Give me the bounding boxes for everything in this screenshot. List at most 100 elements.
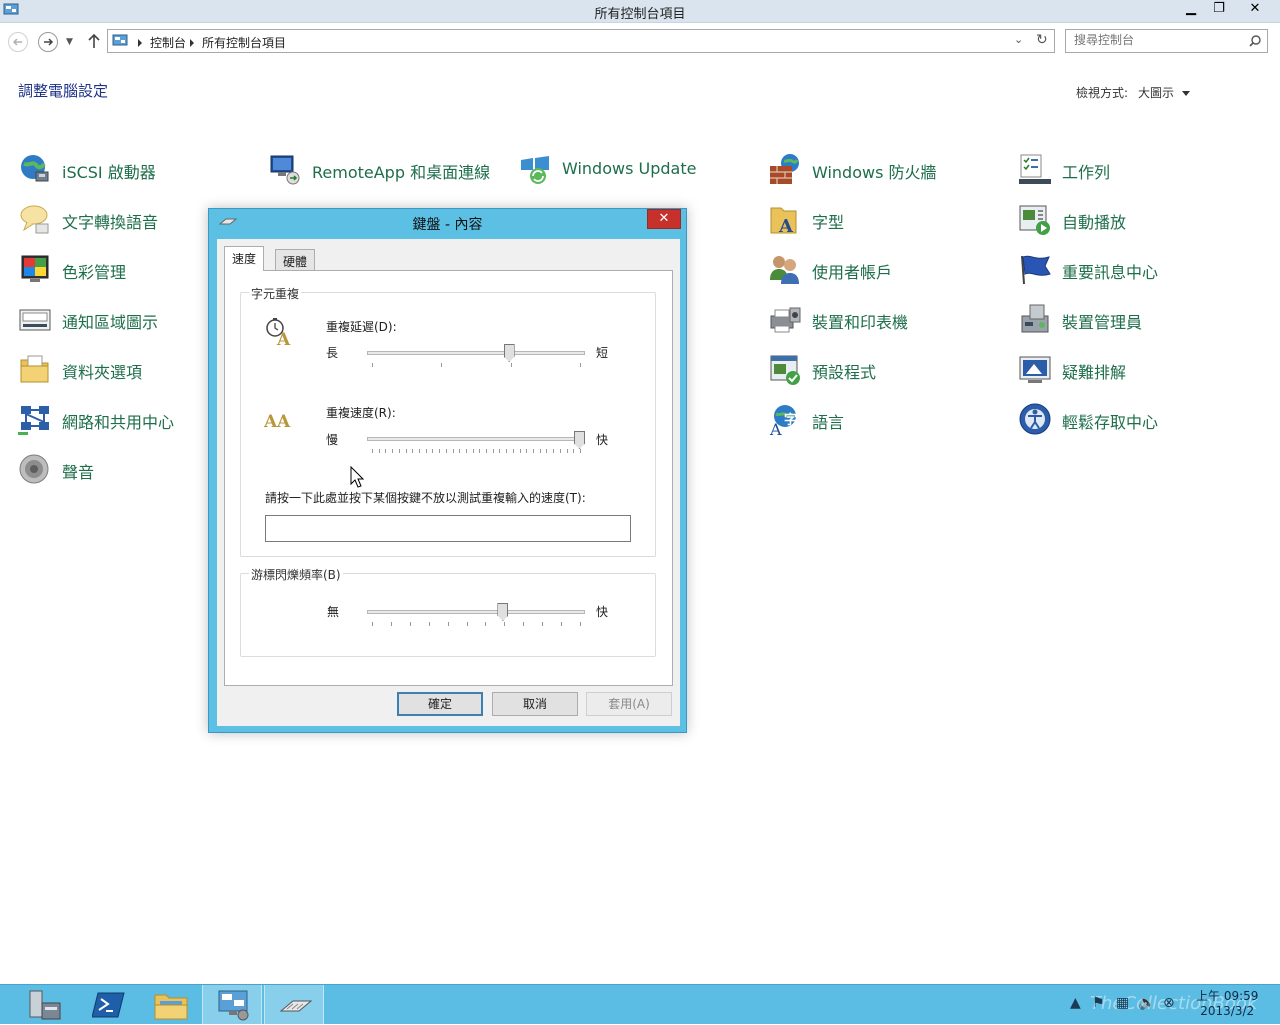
- mouse-cursor-icon: [350, 466, 364, 488]
- cp-item-label: 疑難排解: [1062, 363, 1127, 382]
- cp-item-label: 預設程式: [812, 363, 877, 382]
- slider-tick: [447, 622, 449, 626]
- slider-tick: [580, 622, 581, 626]
- cursor-blink-min-label: 無: [327, 605, 340, 619]
- tab-speed[interactable]: 速度: [224, 246, 265, 271]
- apply-button[interactable]: 套用(A): [586, 692, 672, 716]
- input-method-icon[interactable]: ⊗: [1163, 995, 1175, 1011]
- server-manager-icon: [29, 990, 61, 1020]
- powershell-icon: [92, 992, 125, 1018]
- speed-tab-panel: 字元重複 A 重複延遲(D): 長 短 A A 重複速度(R): 慢 快 請按一…: [224, 270, 673, 686]
- search-icon[interactable]: [1248, 34, 1262, 48]
- minimize-button[interactable]: ▁: [1177, 0, 1205, 20]
- taskbar-file-explorer[interactable]: [140, 985, 200, 1025]
- slider-tick: [573, 449, 575, 453]
- slider-tick: [418, 449, 420, 453]
- slider-tick: [519, 449, 521, 453]
- address-bar[interactable]: 控制台 所有控制台項目 ⌄ ↻: [107, 29, 1055, 53]
- slider-tick: [372, 622, 373, 626]
- taskbar-keyboard-properties[interactable]: [264, 985, 324, 1025]
- refresh-icon[interactable]: ↻: [1036, 32, 1048, 48]
- action-center-flag-icon: [1021, 255, 1051, 285]
- slider-tick: [512, 449, 514, 453]
- svg-text:A: A: [276, 330, 291, 347]
- slider-tick: [504, 622, 506, 626]
- cp-item-label: 通知區域圖示: [62, 313, 159, 332]
- network-tray-icon[interactable]: ▦: [1116, 995, 1129, 1011]
- language-icon: A字: [769, 405, 797, 436]
- breadcrumb-separator[interactable]: [190, 39, 195, 47]
- breadcrumb-all-items[interactable]: 所有控制台項目: [202, 36, 286, 50]
- autoplay-icon: [1019, 205, 1050, 235]
- repeat-delay-slider-track[interactable]: [367, 351, 585, 355]
- cursor-blink-ticks: [372, 622, 581, 627]
- tab-hardware[interactable]: 硬體: [275, 249, 316, 271]
- close-button[interactable]: ✕: [1233, 0, 1277, 20]
- firewall-icon: [770, 154, 799, 184]
- speech-bubble-icon: [20, 205, 49, 234]
- repeat-delay-ticks: [372, 363, 581, 368]
- breadcrumb-separator[interactable]: [138, 39, 142, 47]
- cp-item-label: 重要訊息中心: [1062, 263, 1159, 282]
- view-by-dropdown[interactable]: 大圖示: [1138, 86, 1174, 100]
- back-button[interactable]: [8, 32, 28, 52]
- clock[interactable]: 上午 09:59 2013/3/2: [1196, 989, 1258, 1019]
- dialog-client-area: 硬體 速度 字元重複 A 重複延遲(D): 長 短 A A 重複速度(R): 慢: [217, 239, 680, 726]
- repeat-delay-max-label: 短: [596, 346, 609, 360]
- cursor-blink-group: 游標閃爍頻率(B): [240, 566, 656, 657]
- breadcrumb-control-panel[interactable]: 控制台: [150, 36, 186, 50]
- chevron-down-icon[interactable]: [1182, 91, 1191, 96]
- group-caption: 游標閃爍頻率(B): [249, 566, 343, 583]
- globe-icon: [21, 155, 49, 182]
- cp-item-label: 語言: [812, 413, 845, 432]
- page-heading: 調整電腦設定: [18, 82, 109, 100]
- cp-item-label: 網路和共用中心: [62, 413, 175, 432]
- show-hidden-icons-button[interactable]: ▲: [1070, 995, 1081, 1011]
- taskbar-powershell[interactable]: [78, 985, 138, 1025]
- cp-item-label: 文字轉換語音: [62, 213, 159, 232]
- search-input[interactable]: [1074, 33, 1244, 47]
- slider-tick: [526, 449, 528, 453]
- repeat-test-input[interactable]: [265, 515, 631, 542]
- speaker-icon: [19, 454, 49, 484]
- slider-tick: [499, 449, 501, 453]
- network-icon: [18, 406, 49, 435]
- address-dropdown-button[interactable]: ⌄: [1014, 33, 1023, 46]
- taskbar-server-manager[interactable]: [14, 985, 74, 1025]
- restore-button[interactable]: ❐: [1205, 0, 1233, 20]
- keyboard-properties-dialog: 鍵盤 - 內容 ✕ 硬體 速度 字元重複 A 重複延遲(D): 長 短 A A …: [208, 208, 687, 733]
- dialog-title: 鍵盤 - 內容: [412, 217, 483, 233]
- keyboard-icon: [279, 1000, 313, 1012]
- forward-arrow-icon: [44, 38, 54, 46]
- forward-button[interactable]: [38, 32, 58, 52]
- group-caption: 字元重複: [249, 285, 302, 302]
- slider-tick: [432, 449, 434, 453]
- slider-tick: [546, 449, 548, 453]
- search-box[interactable]: [1065, 29, 1268, 53]
- cp-item-label: 色彩管理: [62, 263, 127, 282]
- control-panel-icon: [218, 990, 249, 1021]
- volume-icon[interactable]: 🔈: [1138, 995, 1155, 1011]
- svg-text:A: A: [276, 412, 291, 431]
- ok-button[interactable]: 確定: [397, 692, 483, 716]
- cancel-button[interactable]: 取消: [492, 692, 578, 716]
- ease-of-access-icon: [1019, 403, 1051, 435]
- repeat-rate-slider-track[interactable]: [367, 437, 585, 441]
- clock-date: 2013/3/2: [1200, 1004, 1255, 1018]
- svg-text:A: A: [769, 420, 782, 436]
- cursor-blink-max-label: 快: [596, 605, 609, 619]
- cursor-blink-slider-track[interactable]: [367, 610, 585, 614]
- fonts-icon: A: [770, 207, 797, 236]
- taskbar-control-panel[interactable]: [202, 985, 262, 1025]
- action-center-flag-icon[interactable]: ⚑: [1092, 995, 1105, 1011]
- cp-item-label: RemoteApp 和桌面連線: [312, 163, 491, 182]
- repeat-test-prompt: 請按一下此處並按下某個按鍵不放以測試重複輸入的速度(T):: [265, 491, 586, 505]
- cp-item-label: 輕鬆存取中心: [1062, 413, 1159, 432]
- slider-tick: [465, 449, 467, 453]
- slider-tick: [459, 449, 461, 453]
- slider-tick: [580, 363, 581, 367]
- dialog-close-button[interactable]: ✕: [647, 209, 681, 229]
- recent-locations-dropdown[interactable]: ▼: [66, 37, 73, 47]
- up-arrow-icon[interactable]: [87, 33, 101, 49]
- back-arrow-icon: [12, 38, 22, 46]
